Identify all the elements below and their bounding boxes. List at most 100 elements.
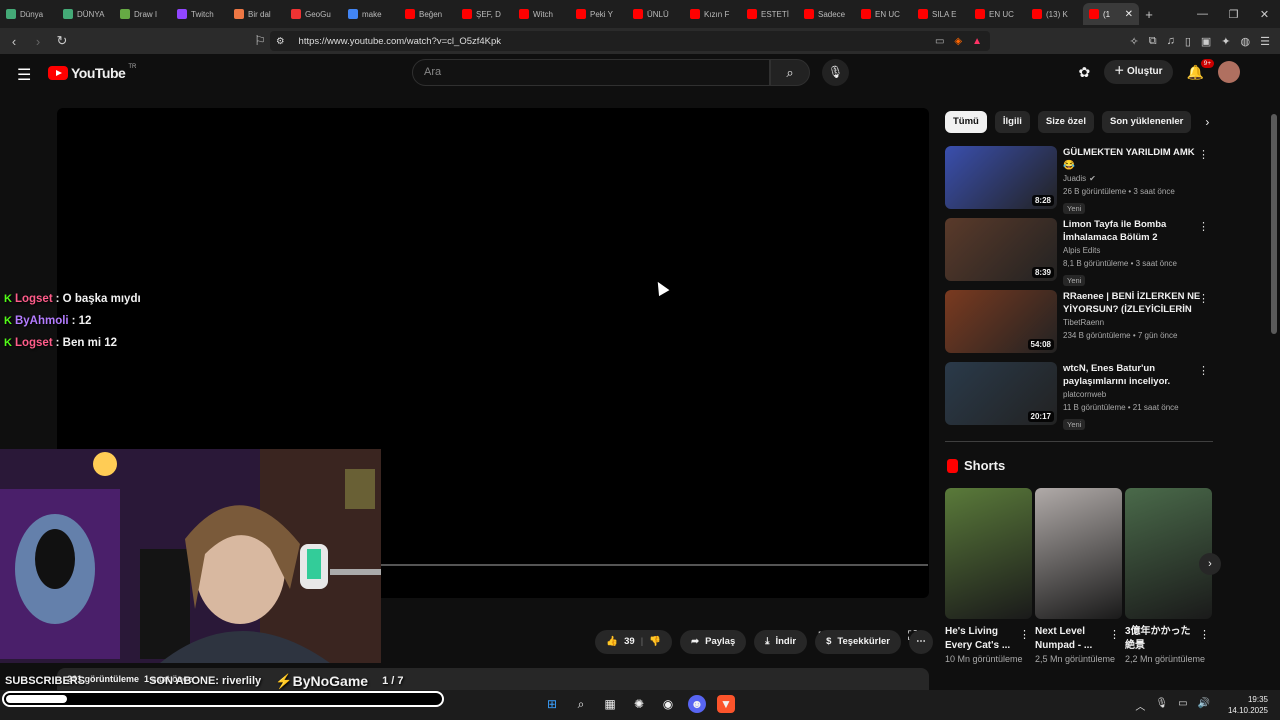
chatgpt-icon[interactable]: ✺ xyxy=(630,695,648,713)
browser-tab[interactable]: (13) K xyxy=(1026,3,1083,25)
volume-icon[interactable]: 🔊 xyxy=(1198,698,1210,713)
youtube-logo[interactable]: YouTube TR xyxy=(48,64,136,81)
chip-filter[interactable]: Size özel xyxy=(1037,111,1094,133)
avatar[interactable] xyxy=(1218,61,1240,83)
browser-tab[interactable]: ŞEF, D xyxy=(456,3,513,25)
leo-icon[interactable]: ✦ xyxy=(1221,35,1230,48)
site-info-icon[interactable]: ⚙ xyxy=(276,36,285,47)
media-icon[interactable]: ♫ xyxy=(1167,35,1175,48)
browser-tab[interactable]: Dünya xyxy=(0,3,57,25)
brave-rewards-icon[interactable]: ▲ xyxy=(972,36,982,47)
video-title[interactable]: GÜLMEKTEN YARILDIM AMK 😂 xyxy=(1063,146,1202,172)
menu-icon[interactable]: ☰ xyxy=(1260,35,1270,48)
extensions-icon[interactable]: ✧ xyxy=(1130,35,1139,48)
browser-tab[interactable]: Sadece xyxy=(798,3,855,25)
short-thumbnail[interactable] xyxy=(1035,488,1122,619)
channel-name[interactable]: Juadis xyxy=(1063,174,1086,183)
screenshot-icon[interactable]: ⧉ xyxy=(1149,35,1157,48)
browser-tab[interactable]: Peki Y xyxy=(570,3,627,25)
forward-icon[interactable]: › xyxy=(28,34,48,49)
browser-tab[interactable]: Twitch xyxy=(171,3,228,25)
browser-tab-active[interactable]: (1 ✕ xyxy=(1083,3,1139,25)
video-thumbnail[interactable]: 20:17 xyxy=(945,362,1057,425)
bookmark-icon[interactable]: ⚐ xyxy=(250,33,270,49)
notifications-button[interactable]: 🔔 9+ xyxy=(1187,58,1214,81)
browser-tab[interactable]: ESTETİ xyxy=(741,3,798,25)
short-item[interactable]: He's Living Every Cat's ... 10 Mn görüntü… xyxy=(945,488,1032,666)
chip-filter[interactable]: İlgili xyxy=(994,111,1030,133)
more-actions-button[interactable]: ⋯ xyxy=(909,630,933,654)
short-item[interactable]: Next Level Numpad - ... 2,5 Mn görüntülem… xyxy=(1035,488,1122,666)
browser-tab[interactable]: Beğen xyxy=(399,3,456,25)
back-icon[interactable]: ‹ xyxy=(4,34,24,49)
browser-tab[interactable]: Kızın F xyxy=(684,3,741,25)
voice-search-button[interactable]: 🎙 xyxy=(822,59,849,86)
brave-browser-icon[interactable]: ▼ xyxy=(717,695,735,713)
discord-icon[interactable]: ☻ xyxy=(688,695,706,713)
recommendation-item[interactable]: 8:39 Limon Tayfa ile Bomba İmhalamaca Böl… xyxy=(945,218,1215,290)
hamburger-menu-icon[interactable]: ☰ xyxy=(17,65,31,85)
taskbar-search-icon[interactable]: ⌕ xyxy=(572,695,590,713)
thumbs-down-icon[interactable]: 👎 xyxy=(649,630,661,654)
browser-tab[interactable]: GeoGu xyxy=(285,3,342,25)
obs-icon[interactable]: ◉ xyxy=(659,695,677,713)
recommendation-item[interactable]: 20:17 wtcN, Enes Batur'un paylaşımlarını … xyxy=(945,362,1215,434)
video-thumbnail[interactable]: 8:28 xyxy=(945,146,1057,209)
page-scrollbar[interactable] xyxy=(1271,114,1277,334)
like-button[interactable]: 👍 39 | 👎 xyxy=(595,630,673,654)
video-thumbnail[interactable]: 8:39 xyxy=(945,218,1057,281)
premium-icon[interactable]: ✿ xyxy=(1078,64,1090,81)
browser-tab[interactable]: ÜNLÜ xyxy=(627,3,684,25)
new-tab-button[interactable]: + xyxy=(1139,7,1159,22)
shorts-next-button[interactable]: › xyxy=(1199,553,1221,575)
cast-icon[interactable]: ▭ xyxy=(935,36,944,47)
vpn-icon[interactable]: ◍ xyxy=(1241,35,1251,48)
maximize-button[interactable]: ❐ xyxy=(1218,8,1249,21)
minimize-button[interactable]: — xyxy=(1187,8,1218,21)
tray-expand-icon[interactable]: ︿ xyxy=(1135,698,1145,713)
video-title[interactable]: RRaenee | BENİ İZLERKEN NE YİYORSUN? (İZ… xyxy=(1063,290,1202,316)
kebab-menu-icon[interactable]: ⋮ xyxy=(1198,292,1209,305)
task-view-icon[interactable]: ▦ xyxy=(601,695,619,713)
create-button[interactable]: ＋ Oluştur xyxy=(1104,60,1173,84)
chip-filter[interactable]: Tümü xyxy=(945,111,987,133)
kebab-menu-icon[interactable]: ⋮ xyxy=(1199,628,1210,641)
tab-close-icon[interactable]: ✕ xyxy=(1125,9,1133,20)
browser-tab[interactable]: EN UC xyxy=(855,3,912,25)
windows-start-icon[interactable]: ⊞ xyxy=(543,695,561,713)
video-progress-bar[interactable] xyxy=(381,564,928,566)
sidebar-icon[interactable]: ▯ xyxy=(1185,35,1191,48)
video-title[interactable]: wtcN, Enes Batur'un paylaşımlarını incel… xyxy=(1063,362,1202,388)
browser-tab[interactable]: Bir dal xyxy=(228,3,285,25)
kebab-menu-icon[interactable]: ⋮ xyxy=(1109,628,1120,641)
video-title[interactable]: Limon Tayfa ile Bomba İmhalamaca Bölüm 2 xyxy=(1063,218,1202,244)
share-button[interactable]: ➦ Paylaş xyxy=(680,630,747,654)
browser-tab[interactable]: Witch xyxy=(513,3,570,25)
channel-name[interactable]: platcornweb xyxy=(1063,390,1106,399)
browser-tab[interactable]: make xyxy=(342,3,399,25)
thanks-button[interactable]: $ Teşekkürler xyxy=(815,630,901,654)
network-icon[interactable]: ▭ xyxy=(1178,698,1187,713)
chevron-right-icon[interactable]: › xyxy=(1205,115,1209,129)
channel-name[interactable]: TibetRaenn xyxy=(1063,318,1104,327)
short-item[interactable]: 3億年かかった絶景 2,2 Mn görüntüleme ⋮ xyxy=(1125,488,1212,666)
download-button[interactable]: ⤓ İndir xyxy=(754,630,808,654)
video-thumbnail[interactable]: 54:08 xyxy=(945,290,1057,353)
close-window-button[interactable]: ✕ xyxy=(1249,8,1280,21)
kebab-menu-icon[interactable]: ⋮ xyxy=(1198,364,1209,377)
channel-name[interactable]: Alpis Edits xyxy=(1063,246,1100,255)
short-thumbnail[interactable] xyxy=(945,488,1032,619)
browser-tab[interactable]: SILA E xyxy=(912,3,969,25)
system-clock[interactable]: 19:35 14.10.2025 xyxy=(1228,694,1268,716)
reload-icon[interactable]: ↻ xyxy=(52,33,72,49)
recommendation-item[interactable]: 8:28 GÜLMEKTEN YARILDIM AMK 😂 Juadis ✔ 26 B … xyxy=(945,146,1215,218)
wallet-icon[interactable]: ▣ xyxy=(1201,35,1211,48)
kebab-menu-icon[interactable]: ⋮ xyxy=(1019,628,1030,641)
kebab-menu-icon[interactable]: ⋮ xyxy=(1198,220,1209,233)
recommendation-item[interactable]: 54:08 RRaenee | BENİ İZLERKEN NE YİYORSUN… xyxy=(945,290,1215,362)
microphone-icon[interactable]: 🎙 xyxy=(1155,698,1168,713)
short-thumbnail[interactable] xyxy=(1125,488,1212,619)
brave-shield-icon[interactable]: ◈ xyxy=(954,36,962,47)
browser-tab[interactable]: DÜNYA xyxy=(57,3,114,25)
browser-tab[interactable]: Draw I xyxy=(114,3,171,25)
